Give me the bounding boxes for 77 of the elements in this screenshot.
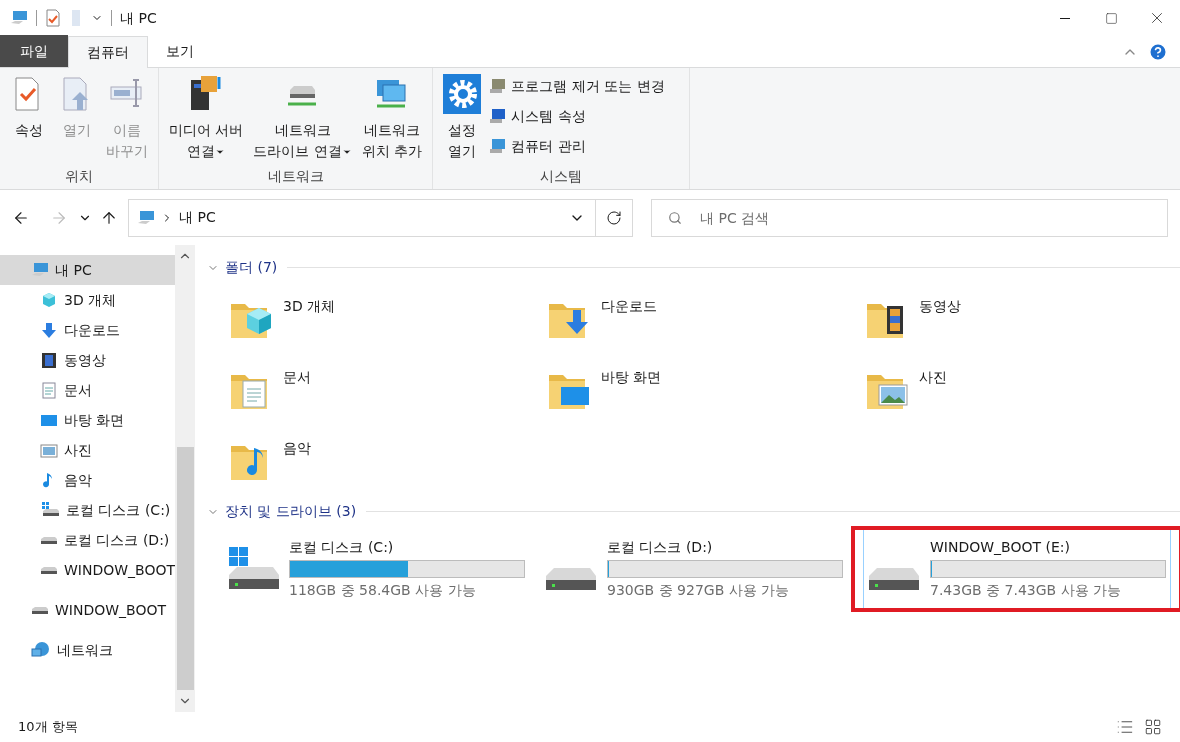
ribbon-button[interactable]: 네트워크 위치 추가 (357, 74, 427, 163)
folder-item[interactable]: 음악 (227, 428, 545, 499)
free-space-text: 118GB 중 58.4GB 사용 가능 (289, 581, 477, 600)
download-arrow-icon (40, 321, 58, 339)
drive-name: 로컬 디스크 (D:) (607, 538, 714, 557)
computer-icon (137, 209, 155, 226)
windows-drive-icon (40, 502, 60, 518)
maximize-icon (1104, 11, 1118, 25)
settings-icon (443, 74, 482, 114)
sidebar-item[interactable]: 3D 개체 (0, 285, 175, 315)
document-icon (40, 381, 58, 399)
folder-item[interactable]: 사진 (863, 357, 1180, 428)
drive-tile[interactable]: 로컬 디스크 (D:) 930GB 중 927GB 사용 가능 (535, 528, 853, 610)
sidebar-item[interactable]: 네트워크 (0, 635, 175, 665)
sidebar-item[interactable]: 동영상 (0, 345, 175, 375)
drive-icon (40, 565, 58, 575)
refresh-icon[interactable] (606, 209, 622, 226)
ribbon-group-label: 시스템 (540, 166, 583, 186)
drive-name: WINDOW_BOOT (E:) (930, 538, 1071, 557)
ribbon-button[interactable]: 네트워크 드라이브 연결 (249, 74, 356, 163)
group-header: 장치 및 드라이브 (3) (225, 502, 357, 521)
monitor-check-icon (489, 107, 508, 125)
folder-item[interactable]: 바탕 화면 (545, 357, 863, 428)
program-box-icon (489, 77, 508, 95)
sidebar-item[interactable]: 로컬 디스크 (D:) (0, 525, 175, 555)
cube-icon (40, 291, 58, 309)
folder-item[interactable]: 동영상 (863, 286, 1180, 357)
search-icon (668, 210, 682, 225)
drive-name: 로컬 디스크 (C:) (289, 538, 395, 557)
drive-icon (31, 605, 49, 615)
ribbon-button[interactable]: 미디어 서버 연결 (165, 74, 248, 163)
large-icons-view-icon[interactable] (1144, 718, 1162, 736)
free-space-text: 7.43GB 중 7.43GB 사용 가능 (930, 581, 1123, 600)
search-field[interactable]: 내 PC 검색 (651, 198, 1168, 237)
breadcrumb: 내 PC (179, 208, 216, 227)
sidebar-item[interactable]: 내 PC (0, 255, 175, 285)
group-header: 폴더 (7) (225, 258, 278, 277)
ribbon-link[interactable]: 프로그램 제거 또는 변경 (489, 74, 665, 98)
ribbon-tab[interactable]: 컴퓨터 (68, 36, 148, 68)
address-bar[interactable]: 내 PC (128, 198, 633, 237)
window-title: 내 PC (120, 8, 157, 28)
ribbon-button[interactable]: 설정 열기 (439, 74, 486, 163)
drive-icon (40, 535, 58, 545)
computer-icon (10, 10, 28, 26)
folder-item[interactable]: 다운로드 (545, 286, 863, 357)
sidebar-item[interactable]: 음악 (0, 465, 175, 495)
ribbon-link[interactable]: 시스템 속성 (489, 104, 665, 128)
item-count: 10개 항목 (18, 718, 78, 737)
properties-quick-icon[interactable] (45, 9, 61, 27)
drive-tile[interactable]: 로컬 디스크 (C:) 118GB 중 58.4GB 사용 가능 (217, 528, 535, 610)
minimize-icon (1060, 17, 1070, 19)
computer-manage-icon (489, 137, 508, 155)
sidebar-item[interactable]: 로컬 디스크 (C:) (0, 495, 175, 525)
sidebar-item[interactable]: 사진 (0, 435, 175, 465)
scrollbar[interactable] (175, 245, 195, 712)
picture-icon (40, 441, 58, 459)
file-tab[interactable]: 파일 (0, 35, 68, 67)
folder-item[interactable]: 3D 개체 (227, 286, 545, 357)
ribbon-link[interactable]: 컴퓨터 관리 (489, 134, 665, 158)
film-icon (40, 351, 58, 369)
computer-icon (31, 262, 49, 278)
ribbon-tab[interactable]: 보기 (148, 35, 212, 67)
sidebar-item[interactable]: 바탕 화면 (0, 405, 175, 435)
sidebar-item[interactable]: 문서 (0, 375, 175, 405)
help-icon[interactable] (1148, 41, 1168, 62)
drive-icon (545, 567, 597, 591)
sidebar-item[interactable]: WINDOW_BOOT (0, 555, 175, 585)
drive-icon (868, 567, 920, 591)
sidebar-item[interactable]: WINDOW_BOOT (0, 595, 175, 625)
sidebar-item[interactable]: 다운로드 (0, 315, 175, 345)
ribbon-group-label: 위치 (65, 166, 93, 186)
ribbon-button[interactable]: 속성 (6, 74, 52, 163)
details-view-icon[interactable] (1116, 718, 1134, 736)
free-space-text: 930GB 중 927GB 사용 가능 (607, 581, 791, 600)
folder-item[interactable]: 문서 (227, 357, 545, 428)
ribbon-group-label: 네트워크 (267, 166, 324, 186)
network-globe-icon (31, 641, 51, 659)
